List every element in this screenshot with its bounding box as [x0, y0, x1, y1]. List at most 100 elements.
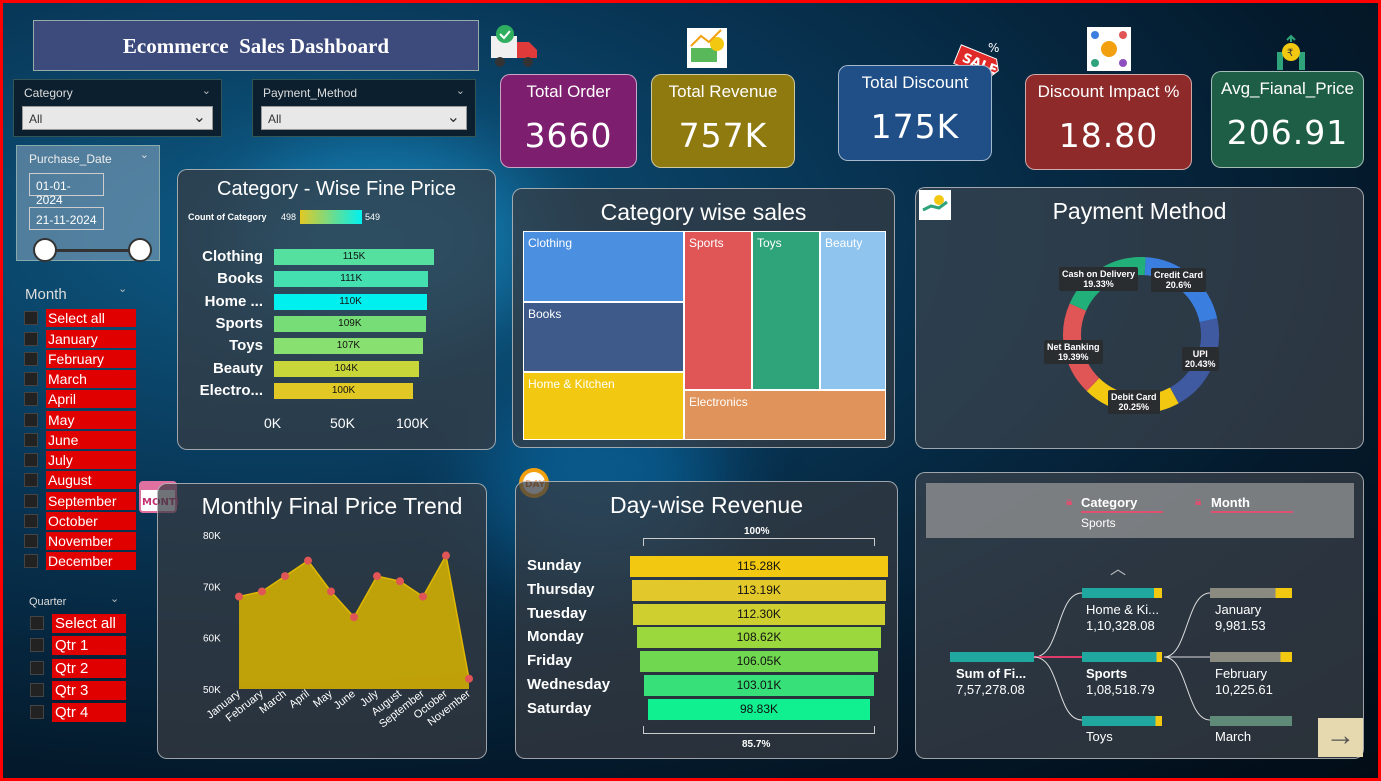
checkbox[interactable]	[24, 392, 38, 406]
svg-text:₹: ₹	[1287, 48, 1293, 59]
treemap-cell-toys[interactable]: Toys	[752, 231, 820, 390]
data-point[interactable]	[327, 587, 335, 596]
bar[interactable]: 104K	[274, 360, 419, 377]
bar-category-label: Beauty	[212, 359, 263, 377]
slicer-label: Category	[24, 86, 73, 100]
money-stack-icon	[685, 26, 729, 70]
bar[interactable]: 115K	[274, 249, 434, 265]
bar-category-label: Books	[217, 270, 263, 288]
checkbox[interactable]	[24, 352, 38, 366]
dashboard-title-box: Ecommerce Sales Dashboard	[33, 20, 479, 71]
treemap-cell-electronics[interactable]: Electronics	[684, 390, 886, 440]
bar[interactable]: 109K	[274, 315, 426, 332]
data-point[interactable]	[281, 572, 289, 581]
kpi-value: 757K	[678, 116, 768, 155]
start-date-input[interactable]: 01-01-2024	[29, 173, 104, 207]
decomp-node-name[interactable]: Toys	[1086, 729, 1113, 745]
decomp-leaf-name[interactable]: February	[1215, 666, 1267, 682]
data-point[interactable]	[465, 674, 473, 683]
connector-line	[1163, 656, 1211, 721]
payment-method-slicer[interactable]: Payment_Method ⌄ All ⌄	[252, 79, 476, 137]
checkbox[interactable]	[24, 332, 38, 346]
checkbox[interactable]	[24, 433, 38, 447]
funnel-day-label: Wednesday	[527, 676, 611, 693]
funnel-day-label: Thursday	[527, 580, 595, 598]
decomp-node-name[interactable]: Sports	[1086, 666, 1127, 682]
checkbox[interactable]	[30, 638, 44, 652]
kpi-label: Total Discount	[861, 73, 969, 92]
funnel-bar[interactable]: 113.19K	[632, 579, 886, 601]
date-start-handle[interactable]	[33, 238, 57, 262]
funnel-bar[interactable]: 112.30K	[633, 603, 885, 625]
decomp-root-name[interactable]: Sum of Fi...	[956, 666, 1026, 682]
checkbox[interactable]	[24, 514, 38, 528]
chevron-down-icon[interactable]: ⌄	[118, 282, 127, 295]
data-point[interactable]	[396, 577, 404, 586]
treemap-cell-beauty[interactable]: Beauty	[820, 231, 886, 390]
decomp-leaf-name[interactable]: January	[1215, 602, 1261, 618]
decomp-leaf-name[interactable]: March	[1215, 729, 1251, 745]
panel-title: Day-wise Revenue	[609, 492, 804, 518]
checkbox[interactable]	[24, 473, 38, 487]
checkbox[interactable]	[24, 534, 38, 548]
funnel-bar[interactable]: 103.01K	[643, 675, 875, 696]
checkbox[interactable]	[24, 453, 38, 467]
category-slicer[interactable]: Category ⌄ All ⌄	[13, 79, 222, 137]
y-tick-label: 50K	[203, 685, 221, 696]
funnel-bar[interactable]: 108.62K	[637, 627, 881, 649]
quarter-slicer-title: Quarter	[29, 596, 67, 608]
connector-line	[1033, 592, 1083, 658]
funnel-bar[interactable]: 115.28K	[630, 556, 888, 577]
checkbox[interactable]	[30, 705, 44, 719]
data-point[interactable]	[350, 613, 358, 622]
date-end-handle[interactable]	[128, 238, 152, 262]
checkbox[interactable]	[30, 661, 44, 675]
chevron-down-icon[interactable]: ⌄	[140, 148, 149, 161]
checkbox[interactable]	[24, 554, 38, 568]
slicer-label: Payment_Method	[263, 86, 358, 100]
bar[interactable]: 111K	[274, 271, 429, 288]
legend-gradient	[300, 210, 362, 224]
funnel-top-pct: 100%	[744, 526, 770, 537]
decomposition-tree-panel: 🔒︎ Category Sports 🔒︎ Month ︿ Sum of Fi.…	[915, 472, 1364, 759]
chevron-down-icon[interactable]: ⌄	[110, 592, 119, 605]
checkbox[interactable]	[30, 616, 44, 630]
chevron-down-icon[interactable]: ⌄	[456, 84, 465, 97]
data-point[interactable]	[419, 592, 427, 601]
funnel-day-label: Tuesday	[527, 604, 587, 622]
connector-line	[1163, 592, 1211, 658]
checkbox[interactable]	[24, 372, 38, 386]
kpi-label: Total Revenue	[668, 82, 778, 101]
funnel-bar[interactable]: 106.05K	[640, 651, 878, 673]
chevron-down-icon[interactable]: ⌄	[202, 84, 211, 97]
label-name: Debit Card	[1111, 392, 1157, 402]
category-dropdown[interactable]: All ⌄	[22, 106, 213, 130]
checkbox[interactable]	[30, 683, 44, 697]
data-point[interactable]	[304, 556, 312, 565]
treemap-cell-home-kitchen[interactable]: Home & Kitchen	[523, 372, 684, 440]
treemap-cell-sports[interactable]: Sports	[684, 231, 752, 390]
month-label: February	[46, 350, 136, 368]
bar[interactable]: 110K	[274, 293, 428, 310]
data-point[interactable]	[442, 551, 450, 560]
end-date-input[interactable]: 21-11-2024	[29, 207, 104, 230]
data-point[interactable]	[235, 592, 243, 601]
payment-dropdown[interactable]: All ⌄	[261, 106, 467, 130]
treemap-cell-books[interactable]: Books	[523, 302, 684, 372]
cell-label: Toys	[757, 236, 782, 250]
bar[interactable]: 100K	[274, 382, 414, 399]
panel-title: Category - Wise Fine Price	[217, 178, 456, 200]
delivery-truck-icon	[487, 22, 543, 72]
month-label: March	[46, 370, 136, 388]
data-point[interactable]	[258, 587, 266, 596]
bar[interactable]: 107K	[274, 338, 423, 355]
next-arrow-button[interactable]: →	[1318, 718, 1363, 757]
checkbox[interactable]	[24, 413, 38, 427]
checkbox[interactable]	[24, 494, 38, 508]
treemap-cell-clothing[interactable]: Clothing	[523, 231, 684, 302]
data-point[interactable]	[373, 572, 381, 581]
funnel-bar[interactable]: 98.83K	[648, 698, 870, 720]
decomp-node-name[interactable]: Home & Ki...	[1086, 602, 1159, 618]
checkbox[interactable]	[24, 311, 38, 325]
purchase-date-slicer[interactable]: Purchase_Date ⌄ 01-01-2024 21-11-2024	[16, 145, 160, 262]
